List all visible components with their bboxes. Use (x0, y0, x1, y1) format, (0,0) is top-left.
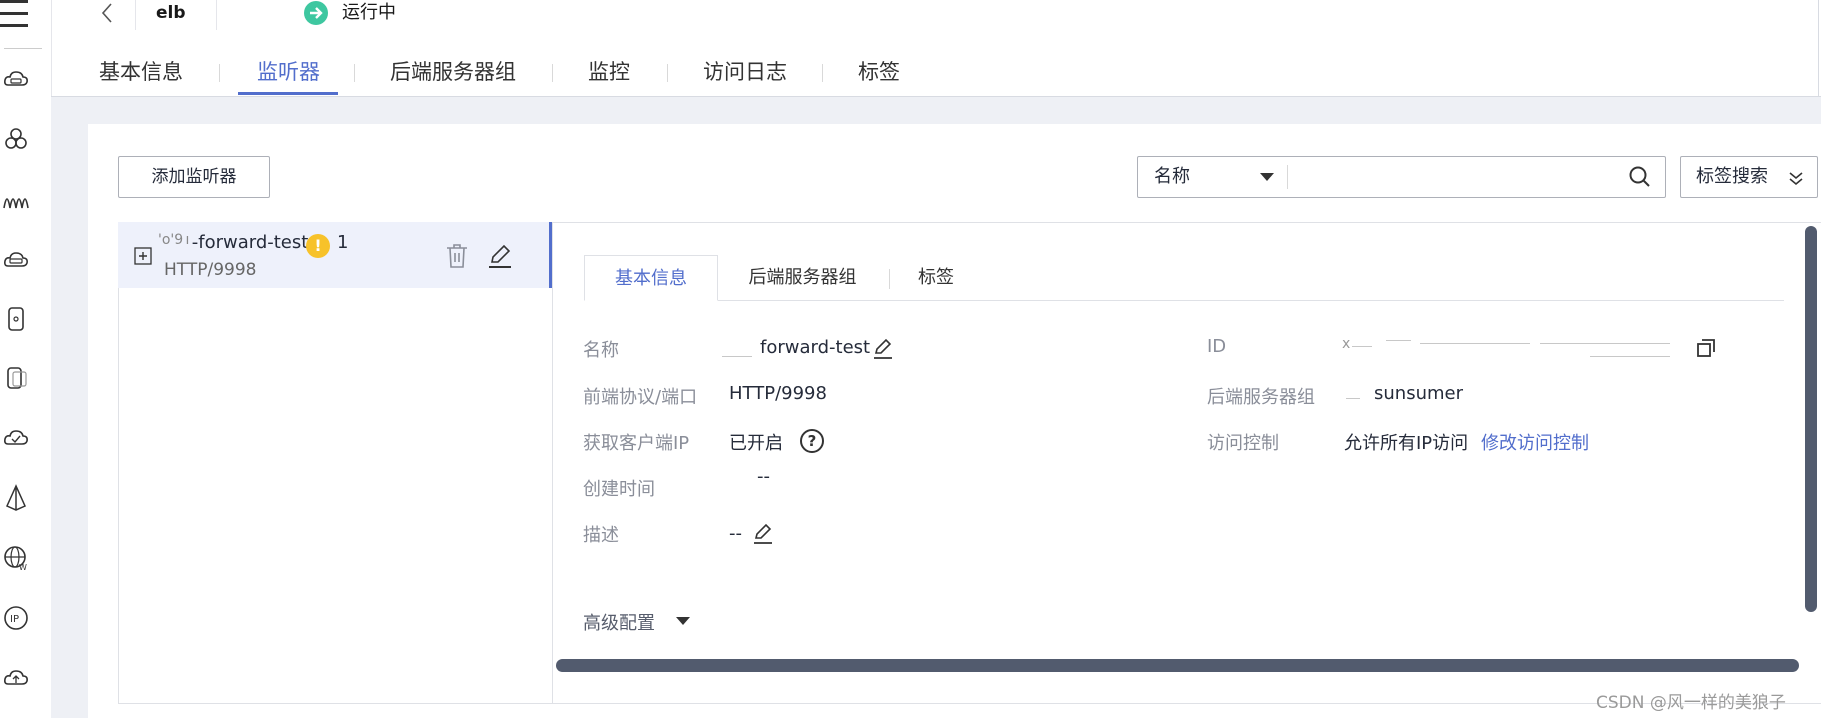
tab-access-logs[interactable]: 访问日志 (703, 52, 787, 92)
tab-basic-info[interactable]: 基本信息 (99, 52, 183, 92)
cluster-icon[interactable] (2, 126, 30, 154)
tab-monitoring[interactable]: 监控 (588, 52, 630, 92)
protocol-value: HTTP/9998 (729, 383, 827, 404)
search-input[interactable] (1298, 161, 1612, 195)
access-control-value: 允许所有IP访问 (1344, 433, 1469, 454)
client-ip-value: 已开启 (729, 433, 783, 454)
phone-icon[interactable] (2, 305, 30, 333)
ip-icon[interactable]: IP (2, 604, 30, 632)
redacted-text (1540, 343, 1670, 344)
status-text: 运行中 (342, 2, 396, 23)
cloud-server-icon[interactable] (2, 66, 30, 94)
redacted-text (1346, 398, 1360, 399)
vertical-scrollbar[interactable] (1805, 226, 1817, 612)
globe-icon[interactable]: W (2, 544, 30, 572)
warning-icon[interactable]: ! (306, 234, 330, 258)
tab-divider (667, 64, 668, 82)
device-icon[interactable] (2, 364, 30, 392)
edit-icon[interactable] (486, 242, 514, 270)
help-icon[interactable]: ? (800, 429, 824, 453)
panel-top-border (552, 222, 1821, 223)
backend-group-value[interactable]: sunsumer (1374, 383, 1463, 404)
copy-icon[interactable] (1694, 336, 1718, 360)
description-value: -- (729, 523, 742, 544)
detail-tabs-border (584, 300, 1784, 301)
watermark: CSDN @风一样的美狼子 (1596, 693, 1786, 713)
created-value: -- (757, 466, 770, 487)
list-item[interactable]: 'o'9 ı -forward-test ! 1 HTTP/9998 (118, 222, 551, 288)
id-value: x (1342, 336, 1351, 352)
search-icon[interactable] (1628, 165, 1652, 189)
redacted-text (1386, 340, 1411, 341)
listener-list (118, 222, 552, 704)
access-control-label: 访问控制 (1207, 433, 1279, 454)
rail-divider (4, 48, 42, 49)
tab-divider (822, 64, 823, 82)
cloud-up-icon[interactable] (2, 664, 30, 692)
description-label: 描述 (583, 525, 619, 546)
advanced-config-toggle[interactable]: 高级配置 (583, 609, 655, 635)
cloud-check-icon[interactable] (2, 424, 30, 452)
edit-name-icon[interactable] (871, 336, 895, 360)
horizontal-scrollbar[interactable] (556, 659, 1799, 672)
edit-description-icon[interactable] (751, 521, 775, 545)
client-ip-label: 获取客户端IP (583, 433, 690, 454)
add-listener-button[interactable]: 添加监听器 (118, 156, 270, 198)
backend-group-label: 后端服务器组 (1207, 387, 1315, 408)
back-chevron-icon[interactable] (97, 0, 117, 26)
redacted-text (1590, 356, 1670, 357)
detail-tab-tags[interactable]: 标签 (906, 255, 966, 301)
tab-divider (219, 64, 220, 82)
warning-count: 1 (337, 232, 349, 253)
double-chevron-down-icon (1789, 172, 1803, 186)
search-field-select[interactable]: 名称 (1154, 157, 1190, 197)
search-box: 名称 (1137, 156, 1666, 198)
name-label: 名称 (583, 340, 619, 361)
running-status-icon (304, 1, 328, 25)
cloud-disk-icon[interactable] (2, 246, 30, 274)
redacted-text (1420, 343, 1530, 344)
created-label: 创建时间 (583, 479, 655, 500)
expand-plus-icon[interactable] (134, 247, 152, 265)
svg-text:W: W (19, 563, 27, 572)
redacted-text (722, 356, 752, 357)
detail-tab-backend-groups[interactable]: 后端服务器组 (730, 255, 875, 301)
redacted-text (1352, 346, 1372, 347)
modify-access-control-link[interactable]: 修改访问控制 (1481, 429, 1589, 455)
tag-search-button[interactable]: 标签搜索 (1680, 156, 1818, 198)
tab-listeners[interactable]: 监听器 (257, 52, 320, 92)
caret-down-icon[interactable] (1260, 173, 1274, 181)
detail-tab-divider (889, 269, 890, 289)
wave-icon[interactable] (2, 186, 30, 214)
svg-text:IP: IP (10, 614, 19, 625)
detail-tab-basic-info[interactable]: 基本信息 (584, 255, 718, 301)
tag-search-label: 标签搜索 (1696, 166, 1768, 187)
listener-protocol: HTTP/9998 (164, 260, 257, 280)
id-label: ID (1207, 336, 1227, 357)
tab-backend-groups[interactable]: 后端服务器组 (390, 52, 516, 92)
caret-down-icon[interactable] (676, 617, 690, 625)
trash-icon[interactable] (444, 242, 470, 270)
active-tab-indicator (238, 92, 338, 95)
hamburger-menu-icon[interactable] (0, 0, 42, 30)
panel-bottom-border (118, 703, 1821, 704)
name-value: forward-test (760, 337, 871, 358)
tab-divider (552, 64, 553, 82)
tab-tags[interactable]: 标签 (858, 52, 900, 92)
prism-icon[interactable] (2, 484, 30, 512)
listener-name[interactable]: 'o'9 ı -forward-test (158, 232, 308, 253)
protocol-label: 前端协议/端口 (583, 387, 698, 408)
search-divider (1287, 165, 1288, 189)
left-nav-rail: W IP (0, 0, 52, 718)
panel-divider (552, 222, 553, 704)
tab-divider (354, 64, 355, 82)
instance-name: elb (135, 0, 217, 30)
